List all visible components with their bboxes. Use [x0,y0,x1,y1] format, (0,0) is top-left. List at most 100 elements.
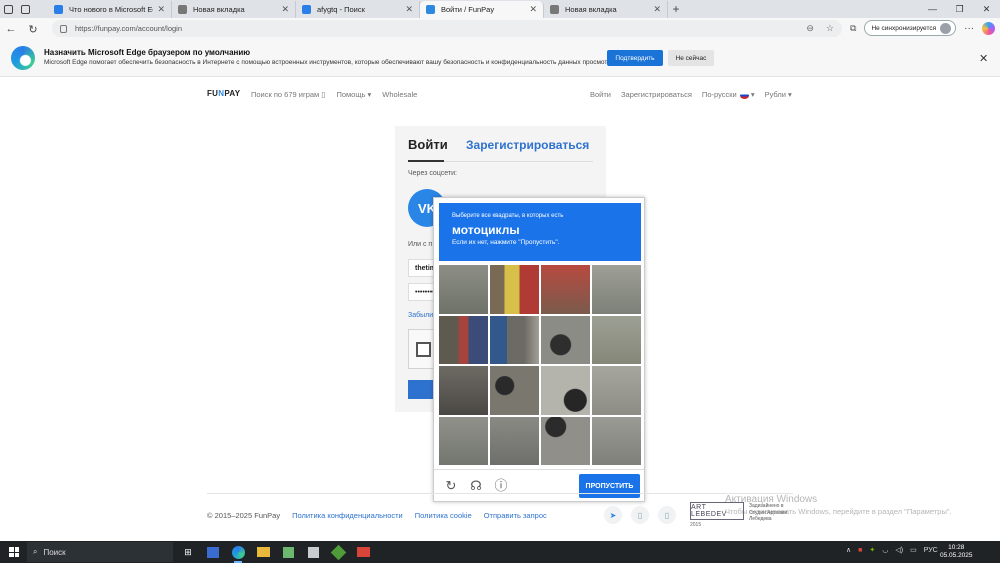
grid-tile-5[interactable] [439,315,488,364]
tab-register[interactable]: Зарегистрироваться [466,138,589,152]
copilot-icon[interactable] [982,21,996,35]
more-menu-icon[interactable]: ··· [964,23,974,34]
tab-actions-menu-icon[interactable] [21,4,30,14]
app-icon-8[interactable] [355,544,371,560]
maximize-icon[interactable]: ❐ [946,4,973,15]
grid-tile-15[interactable] [541,416,590,465]
reload-icon[interactable]: ↻ [444,479,458,493]
close-tab-icon[interactable]: ✕ [653,4,661,15]
grid-tile-1[interactable] [439,265,488,314]
header-login-link[interactable]: Войти [590,90,611,99]
privacy-link[interactable]: Политика конфиденциальности [292,511,403,520]
app-icon-5[interactable] [280,544,296,560]
tab-list: Что нового в Microsoft Edge✕Новая вкладк… [48,1,668,18]
app-icon-6[interactable] [305,544,321,560]
tray-wifi-icon[interactable]: ◡ [882,546,888,554]
language-label: По-русски [701,90,737,99]
social-login-label: Через соцсети: [408,170,457,177]
confirm-default-button[interactable]: Подтвердить [607,50,663,66]
report-link[interactable]: Отправить запрос [484,511,547,520]
wholesale-link[interactable]: Wholesale [382,90,417,99]
start-button[interactable] [9,547,19,557]
profile-sync-button[interactable]: Не синхронизируется [864,20,957,36]
tab-favicon-icon [426,5,435,14]
new-tab-button[interactable]: + [668,1,684,18]
store-icon[interactable] [205,544,221,560]
not-now-button[interactable]: Не сейчас [668,50,714,66]
funpay-logo[interactable]: FUNPAY [207,89,240,98]
default-browser-infobar: Назначить Microsoft Edge браузером по ум… [0,40,1000,77]
grid-tile-10[interactable] [490,366,539,415]
address-toolbar: ← ↻ https://funpay.com/account/login ⊖ ☆… [0,18,1000,40]
grid-tile-4[interactable] [592,265,641,314]
tray-expand-icon[interactable]: ∧ [846,546,851,554]
grid-tile-2[interactable] [490,265,539,314]
browser-tab[interactable]: Новая вкладка ✕ [544,1,668,18]
telegram-icon[interactable]: ➤ [604,506,622,524]
social-icon-2[interactable]: ▯ [631,506,649,524]
footer-divider [207,493,793,494]
recaptcha-checkbox[interactable] [416,342,431,357]
social-links: ➤ ▯ ▯ [604,506,676,524]
close-icon[interactable]: ✕ [979,52,988,65]
close-tab-icon[interactable]: ✕ [281,4,289,15]
favorite-star-icon[interactable]: ☆ [826,23,834,34]
minimize-icon[interactable]: — [919,4,946,14]
close-window-icon[interactable]: ✕ [973,4,1000,15]
browser-tab[interactable]: Новая вкладка ✕ [172,1,296,18]
taskbar-search[interactable]: ⌕ Поиск [27,542,173,562]
grid-tile-6[interactable] [490,315,539,364]
tab-label: afygtq - Поиск [317,5,365,14]
close-tab-icon[interactable]: ✕ [529,4,537,15]
taskbar-clock[interactable]: 10:28 05.05.2025 [940,544,973,560]
browser-tab-strip: Что нового в Microsoft Edge✕Новая вкладк… [0,0,1000,18]
file-explorer-icon[interactable] [255,544,271,560]
grid-tile-8[interactable] [592,315,641,364]
audio-icon[interactable]: ☊ [469,479,483,493]
grid-tile-16[interactable] [592,416,641,465]
game-search-link[interactable]: Поиск по 679 играм ▯ [251,90,325,99]
refresh-icon[interactable]: ↻ [22,23,44,36]
app-icon-7[interactable] [330,544,346,560]
browser-tab[interactable]: Войти / FunPay ✕ [420,1,544,18]
address-bar[interactable]: https://funpay.com/account/login ⊖ ☆ [52,20,842,37]
collections-icon[interactable]: ⧉ [850,23,856,34]
header-register-link[interactable]: Зарегистрироваться [621,90,692,99]
currency-menu[interactable]: Рубли ▾ [765,90,792,99]
info-icon[interactable]: ⓘ [494,479,508,493]
browser-tab[interactable]: afygtq - Поиск ✕ [296,1,420,18]
grid-tile-7[interactable] [541,315,590,364]
language-menu[interactable]: По-русски ▾ [702,90,755,99]
tray-network-icon[interactable]: ▭ [910,546,917,554]
close-tab-icon[interactable]: ✕ [405,4,413,15]
grid-tile-13[interactable] [439,416,488,465]
grid-tile-14[interactable] [490,416,539,465]
workspaces-icon[interactable] [4,4,13,14]
tray-volume-icon[interactable]: ◁) [895,546,903,554]
cookie-link[interactable]: Политика cookie [415,511,472,520]
site-nav-left: Поиск по 679 играм ▯ Помощь ▾ Wholesale [251,90,417,99]
skip-button[interactable]: ПРОПУСТИТЬ [579,474,640,498]
browser-tab[interactable]: Что нового в Microsoft Edge ✕ [48,1,172,18]
grid-tile-12[interactable] [592,366,641,415]
or-login-label: Или с п [408,241,433,248]
tray-nvidia-icon[interactable]: ✦ [869,546,875,554]
back-icon[interactable]: ← [0,23,22,35]
tab-login[interactable]: Войти [408,137,448,152]
grid-tile-3[interactable] [541,265,590,314]
challenge-instruction: Выберите все квадраты, в которых есть [452,213,564,219]
tray-app-icon[interactable]: ■ [858,547,862,554]
help-menu[interactable]: Помощь ▾ [336,90,371,99]
forgot-password-link[interactable]: Забыли [408,312,433,319]
language-indicator[interactable]: РУС [924,547,938,554]
reader-icon[interactable]: ⊖ [806,23,814,34]
grid-tile-11[interactable] [541,366,590,415]
tab-actions [0,0,48,18]
lock-icon[interactable] [60,24,67,33]
grid-tile-9[interactable] [439,366,488,415]
task-view-icon[interactable]: ⊞ [180,544,196,560]
edge-taskbar-icon[interactable] [230,544,246,563]
edge-logo-icon [11,46,35,70]
social-icon-3[interactable]: ▯ [658,506,676,524]
close-tab-icon[interactable]: ✕ [157,4,165,15]
